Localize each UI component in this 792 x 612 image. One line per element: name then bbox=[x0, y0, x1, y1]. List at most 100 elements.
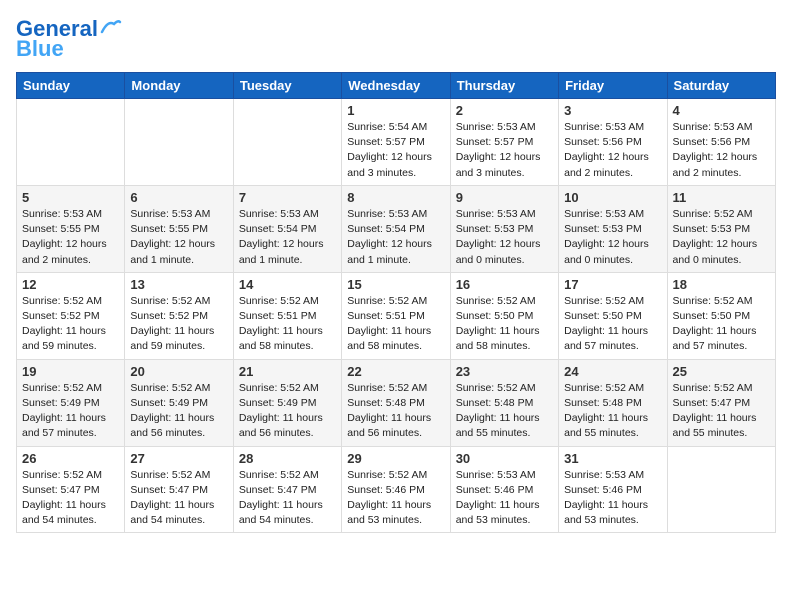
calendar-body: 1 Sunrise: 5:54 AM Sunset: 5:57 PM Daylig… bbox=[17, 99, 776, 533]
calendar-cell: 3 Sunrise: 5:53 AM Sunset: 5:56 PM Daylig… bbox=[559, 99, 667, 186]
day-info: Sunrise: 5:53 AM Sunset: 5:57 PM Dayligh… bbox=[456, 120, 553, 181]
weekday-thursday: Thursday bbox=[450, 73, 558, 99]
day-info: Sunrise: 5:53 AM Sunset: 5:56 PM Dayligh… bbox=[673, 120, 770, 181]
day-number: 3 bbox=[564, 103, 661, 118]
day-info: Sunrise: 5:52 AM Sunset: 5:47 PM Dayligh… bbox=[239, 468, 336, 529]
day-info: Sunrise: 5:52 AM Sunset: 5:49 PM Dayligh… bbox=[239, 381, 336, 442]
day-info: Sunrise: 5:52 AM Sunset: 5:46 PM Dayligh… bbox=[347, 468, 444, 529]
day-number: 2 bbox=[456, 103, 553, 118]
weekday-header-row: SundayMondayTuesdayWednesdayThursdayFrid… bbox=[17, 73, 776, 99]
calendar-cell bbox=[125, 99, 233, 186]
logo: General Blue bbox=[16, 16, 122, 62]
calendar-cell: 29 Sunrise: 5:52 AM Sunset: 5:46 PM Dayli… bbox=[342, 446, 450, 533]
day-info: Sunrise: 5:52 AM Sunset: 5:48 PM Dayligh… bbox=[347, 381, 444, 442]
weekday-tuesday: Tuesday bbox=[233, 73, 341, 99]
day-number: 30 bbox=[456, 451, 553, 466]
calendar-cell: 6 Sunrise: 5:53 AM Sunset: 5:55 PM Daylig… bbox=[125, 185, 233, 272]
calendar-cell: 26 Sunrise: 5:52 AM Sunset: 5:47 PM Dayli… bbox=[17, 446, 125, 533]
day-info: Sunrise: 5:53 AM Sunset: 5:53 PM Dayligh… bbox=[456, 207, 553, 268]
calendar-table: SundayMondayTuesdayWednesdayThursdayFrid… bbox=[16, 72, 776, 533]
week-row-2: 5Sunrise: 5:53 AM Sunset: 5:55 PM Daylig… bbox=[17, 185, 776, 272]
day-info: Sunrise: 5:54 AM Sunset: 5:57 PM Dayligh… bbox=[347, 120, 444, 181]
day-number: 23 bbox=[456, 364, 553, 379]
calendar-cell: 28 Sunrise: 5:52 AM Sunset: 5:47 PM Dayli… bbox=[233, 446, 341, 533]
day-info: Sunrise: 5:52 AM Sunset: 5:47 PM Dayligh… bbox=[673, 381, 770, 442]
calendar-cell: 7Sunrise: 5:53 AM Sunset: 5:54 PM Daylig… bbox=[233, 185, 341, 272]
weekday-monday: Monday bbox=[125, 73, 233, 99]
calendar-cell: 10 Sunrise: 5:53 AM Sunset: 5:53 PM Dayli… bbox=[559, 185, 667, 272]
day-number: 17 bbox=[564, 277, 661, 292]
page-header: General Blue bbox=[16, 16, 776, 62]
calendar-cell: 12Sunrise: 5:52 AM Sunset: 5:52 PM Dayli… bbox=[17, 272, 125, 359]
day-number: 13 bbox=[130, 277, 227, 292]
calendar-cell: 4 Sunrise: 5:53 AM Sunset: 5:56 PM Daylig… bbox=[667, 99, 775, 186]
calendar-cell: 11Sunrise: 5:52 AM Sunset: 5:53 PM Dayli… bbox=[667, 185, 775, 272]
calendar-cell: 5Sunrise: 5:53 AM Sunset: 5:55 PM Daylig… bbox=[17, 185, 125, 272]
day-number: 4 bbox=[673, 103, 770, 118]
day-info: Sunrise: 5:52 AM Sunset: 5:51 PM Dayligh… bbox=[239, 294, 336, 355]
calendar-cell: 2 Sunrise: 5:53 AM Sunset: 5:57 PM Daylig… bbox=[450, 99, 558, 186]
day-number: 19 bbox=[22, 364, 119, 379]
day-info: Sunrise: 5:53 AM Sunset: 5:55 PM Dayligh… bbox=[130, 207, 227, 268]
day-number: 26 bbox=[22, 451, 119, 466]
day-number: 15 bbox=[347, 277, 444, 292]
day-number: 21 bbox=[239, 364, 336, 379]
day-number: 16 bbox=[456, 277, 553, 292]
weekday-friday: Friday bbox=[559, 73, 667, 99]
day-info: Sunrise: 5:52 AM Sunset: 5:50 PM Dayligh… bbox=[673, 294, 770, 355]
calendar-cell: 14 Sunrise: 5:52 AM Sunset: 5:51 PM Dayli… bbox=[233, 272, 341, 359]
day-info: Sunrise: 5:52 AM Sunset: 5:48 PM Dayligh… bbox=[564, 381, 661, 442]
day-number: 9 bbox=[456, 190, 553, 205]
calendar-cell bbox=[233, 99, 341, 186]
week-row-1: 1 Sunrise: 5:54 AM Sunset: 5:57 PM Daylig… bbox=[17, 99, 776, 186]
day-number: 7 bbox=[239, 190, 336, 205]
calendar-cell: 1 Sunrise: 5:54 AM Sunset: 5:57 PM Daylig… bbox=[342, 99, 450, 186]
day-number: 14 bbox=[239, 277, 336, 292]
calendar-cell bbox=[17, 99, 125, 186]
calendar-cell: 27Sunrise: 5:52 AM Sunset: 5:47 PM Dayli… bbox=[125, 446, 233, 533]
calendar-cell: 13 Sunrise: 5:52 AM Sunset: 5:52 PM Dayli… bbox=[125, 272, 233, 359]
day-info: Sunrise: 5:52 AM Sunset: 5:47 PM Dayligh… bbox=[22, 468, 119, 529]
calendar-cell: 30 Sunrise: 5:53 AM Sunset: 5:46 PM Dayli… bbox=[450, 446, 558, 533]
logo-blue: Blue bbox=[16, 36, 64, 62]
day-info: Sunrise: 5:53 AM Sunset: 5:53 PM Dayligh… bbox=[564, 207, 661, 268]
day-info: Sunrise: 5:52 AM Sunset: 5:52 PM Dayligh… bbox=[130, 294, 227, 355]
day-number: 22 bbox=[347, 364, 444, 379]
day-info: Sunrise: 5:52 AM Sunset: 5:49 PM Dayligh… bbox=[130, 381, 227, 442]
day-info: Sunrise: 5:52 AM Sunset: 5:50 PM Dayligh… bbox=[564, 294, 661, 355]
calendar-cell: 31Sunrise: 5:53 AM Sunset: 5:46 PM Dayli… bbox=[559, 446, 667, 533]
weekday-saturday: Saturday bbox=[667, 73, 775, 99]
week-row-3: 12 Sunrise: 5:52 AM Sunset: 5:52 PM Dayli… bbox=[17, 272, 776, 359]
day-info: Sunrise: 5:52 AM Sunset: 5:51 PM Dayligh… bbox=[347, 294, 444, 355]
day-info: Sunrise: 5:53 AM Sunset: 5:56 PM Dayligh… bbox=[564, 120, 661, 181]
day-info: Sunrise: 5:53 AM Sunset: 5:46 PM Dayligh… bbox=[564, 468, 661, 529]
day-info: Sunrise: 5:53 AM Sunset: 5:46 PM Dayligh… bbox=[456, 468, 553, 529]
week-row-4: 19 Sunrise: 5:52 AM Sunset: 5:49 PM Dayli… bbox=[17, 359, 776, 446]
day-number: 12 bbox=[22, 277, 119, 292]
day-info: Sunrise: 5:52 AM Sunset: 5:49 PM Dayligh… bbox=[22, 381, 119, 442]
calendar-cell: 24 Sunrise: 5:52 AM Sunset: 5:48 PM Dayli… bbox=[559, 359, 667, 446]
day-number: 10 bbox=[564, 190, 661, 205]
calendar-cell: 15 Sunrise: 5:52 AM Sunset: 5:51 PM Dayli… bbox=[342, 272, 450, 359]
day-number: 27 bbox=[130, 451, 227, 466]
calendar-cell: 8Sunrise: 5:53 AM Sunset: 5:54 PM Daylig… bbox=[342, 185, 450, 272]
day-number: 28 bbox=[239, 451, 336, 466]
day-number: 1 bbox=[347, 103, 444, 118]
day-number: 6 bbox=[130, 190, 227, 205]
day-number: 18 bbox=[673, 277, 770, 292]
calendar-cell: 22 Sunrise: 5:52 AM Sunset: 5:48 PM Dayli… bbox=[342, 359, 450, 446]
calendar-cell: 20 Sunrise: 5:52 AM Sunset: 5:49 PM Dayli… bbox=[125, 359, 233, 446]
day-info: Sunrise: 5:53 AM Sunset: 5:54 PM Dayligh… bbox=[347, 207, 444, 268]
day-info: Sunrise: 5:52 AM Sunset: 5:48 PM Dayligh… bbox=[456, 381, 553, 442]
weekday-wednesday: Wednesday bbox=[342, 73, 450, 99]
calendar-cell: 21 Sunrise: 5:52 AM Sunset: 5:49 PM Dayli… bbox=[233, 359, 341, 446]
day-number: 24 bbox=[564, 364, 661, 379]
day-info: Sunrise: 5:53 AM Sunset: 5:55 PM Dayligh… bbox=[22, 207, 119, 268]
day-info: Sunrise: 5:52 AM Sunset: 5:53 PM Dayligh… bbox=[673, 207, 770, 268]
calendar-cell: 18 Sunrise: 5:52 AM Sunset: 5:50 PM Dayli… bbox=[667, 272, 775, 359]
calendar-cell bbox=[667, 446, 775, 533]
calendar-cell: 17 Sunrise: 5:52 AM Sunset: 5:50 PM Dayli… bbox=[559, 272, 667, 359]
day-number: 25 bbox=[673, 364, 770, 379]
day-number: 29 bbox=[347, 451, 444, 466]
day-number: 20 bbox=[130, 364, 227, 379]
